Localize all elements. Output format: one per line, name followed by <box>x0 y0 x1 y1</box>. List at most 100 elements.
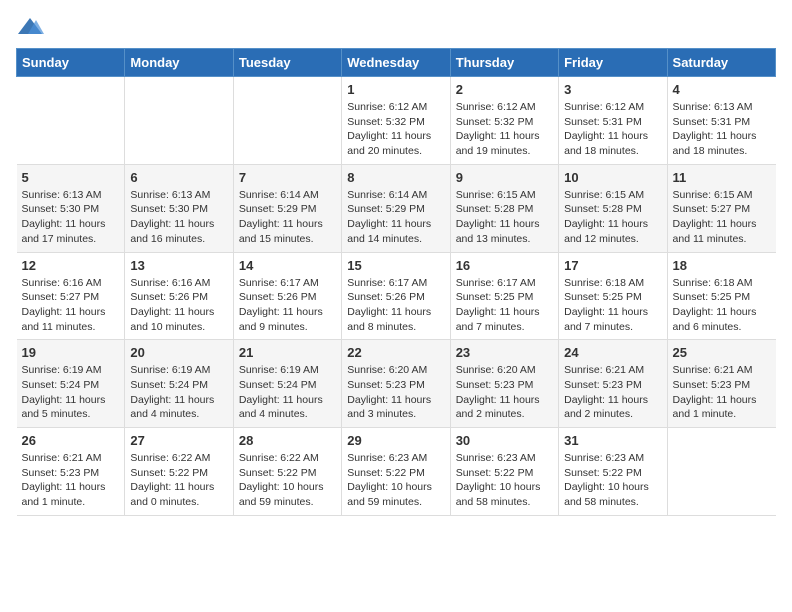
day-info: Sunrise: 6:13 AM Sunset: 5:31 PM Dayligh… <box>673 100 771 159</box>
day-cell: 11 Sunrise: 6:15 AM Sunset: 5:27 PM Dayli… <box>667 164 775 252</box>
day-info: Sunrise: 6:22 AM Sunset: 5:22 PM Dayligh… <box>130 451 227 510</box>
day-info: Sunrise: 6:15 AM Sunset: 5:28 PM Dayligh… <box>564 188 661 247</box>
day-cell: 3 Sunrise: 6:12 AM Sunset: 5:31 PM Daylig… <box>559 77 667 165</box>
day-number: 28 <box>239 433 336 448</box>
day-cell: 5Sunrise: 6:13 AM Sunset: 5:30 PM Daylig… <box>17 164 125 252</box>
day-cell: 23 Sunrise: 6:20 AM Sunset: 5:23 PM Dayli… <box>450 340 558 428</box>
day-number: 11 <box>673 170 771 185</box>
day-cell: 18 Sunrise: 6:18 AM Sunset: 5:25 PM Dayli… <box>667 252 775 340</box>
day-cell: 14 Sunrise: 6:17 AM Sunset: 5:26 PM Dayli… <box>233 252 341 340</box>
day-cell: 28 Sunrise: 6:22 AM Sunset: 5:22 PM Dayli… <box>233 428 341 516</box>
day-number: 9 <box>456 170 553 185</box>
day-cell: 17 Sunrise: 6:18 AM Sunset: 5:25 PM Dayli… <box>559 252 667 340</box>
day-number: 18 <box>673 258 771 273</box>
day-cell: 10 Sunrise: 6:15 AM Sunset: 5:28 PM Dayli… <box>559 164 667 252</box>
day-info: Sunrise: 6:15 AM Sunset: 5:28 PM Dayligh… <box>456 188 553 247</box>
day-number: 12 <box>22 258 120 273</box>
day-info: Sunrise: 6:23 AM Sunset: 5:22 PM Dayligh… <box>564 451 661 510</box>
day-number: 29 <box>347 433 444 448</box>
day-info: Sunrise: 6:13 AM Sunset: 5:30 PM Dayligh… <box>130 188 227 247</box>
day-number: 1 <box>347 82 444 97</box>
week-row-3: 12 Sunrise: 6:16 AM Sunset: 5:27 PM Dayli… <box>17 252 776 340</box>
day-number: 4 <box>673 82 771 97</box>
day-info: Sunrise: 6:19 AM Sunset: 5:24 PM Dayligh… <box>239 363 336 422</box>
day-number: 13 <box>130 258 227 273</box>
week-row-4: 19 Sunrise: 6:19 AM Sunset: 5:24 PM Dayli… <box>17 340 776 428</box>
day-number: 14 <box>239 258 336 273</box>
day-number: 15 <box>347 258 444 273</box>
day-info: Sunrise: 6:19 AM Sunset: 5:24 PM Dayligh… <box>22 363 120 422</box>
day-cell: 12 Sunrise: 6:16 AM Sunset: 5:27 PM Dayli… <box>17 252 125 340</box>
day-info: Sunrise: 6:16 AM Sunset: 5:26 PM Dayligh… <box>130 276 227 335</box>
calendar-table: SundayMondayTuesdayWednesdayThursdayFrid… <box>16 48 776 516</box>
col-header-sunday: Sunday <box>17 49 125 77</box>
day-cell: 8 Sunrise: 6:14 AM Sunset: 5:29 PM Daylig… <box>342 164 450 252</box>
day-cell: 7 Sunrise: 6:14 AM Sunset: 5:29 PM Daylig… <box>233 164 341 252</box>
day-info: Sunrise: 6:21 AM Sunset: 5:23 PM Dayligh… <box>673 363 771 422</box>
day-info: Sunrise: 6:14 AM Sunset: 5:29 PM Dayligh… <box>239 188 336 247</box>
day-number: 5 <box>22 170 120 185</box>
day-cell: 1 Sunrise: 6:12 AM Sunset: 5:32 PM Daylig… <box>342 77 450 165</box>
day-number: 25 <box>673 345 771 360</box>
day-cell: 20 Sunrise: 6:19 AM Sunset: 5:24 PM Dayli… <box>125 340 233 428</box>
day-info: Sunrise: 6:18 AM Sunset: 5:25 PM Dayligh… <box>673 276 771 335</box>
day-cell: 2 Sunrise: 6:12 AM Sunset: 5:32 PM Daylig… <box>450 77 558 165</box>
day-number: 7 <box>239 170 336 185</box>
day-number: 3 <box>564 82 661 97</box>
day-number: 2 <box>456 82 553 97</box>
day-number: 27 <box>130 433 227 448</box>
day-info: Sunrise: 6:12 AM Sunset: 5:31 PM Dayligh… <box>564 100 661 159</box>
day-cell: 22 Sunrise: 6:20 AM Sunset: 5:23 PM Dayli… <box>342 340 450 428</box>
day-number: 21 <box>239 345 336 360</box>
logo <box>16 16 48 38</box>
day-info: Sunrise: 6:12 AM Sunset: 5:32 PM Dayligh… <box>456 100 553 159</box>
day-number: 22 <box>347 345 444 360</box>
day-info: Sunrise: 6:17 AM Sunset: 5:26 PM Dayligh… <box>239 276 336 335</box>
day-info: Sunrise: 6:20 AM Sunset: 5:23 PM Dayligh… <box>456 363 553 422</box>
col-header-friday: Friday <box>559 49 667 77</box>
day-info: Sunrise: 6:19 AM Sunset: 5:24 PM Dayligh… <box>130 363 227 422</box>
day-info: Sunrise: 6:15 AM Sunset: 5:27 PM Dayligh… <box>673 188 771 247</box>
day-number: 6 <box>130 170 227 185</box>
day-cell: 16 Sunrise: 6:17 AM Sunset: 5:25 PM Dayli… <box>450 252 558 340</box>
day-cell: 30 Sunrise: 6:23 AM Sunset: 5:22 PM Dayli… <box>450 428 558 516</box>
day-cell: 4 Sunrise: 6:13 AM Sunset: 5:31 PM Daylig… <box>667 77 775 165</box>
day-number: 17 <box>564 258 661 273</box>
day-info: Sunrise: 6:21 AM Sunset: 5:23 PM Dayligh… <box>564 363 661 422</box>
day-info: Sunrise: 6:23 AM Sunset: 5:22 PM Dayligh… <box>456 451 553 510</box>
day-number: 31 <box>564 433 661 448</box>
day-number: 30 <box>456 433 553 448</box>
day-number: 20 <box>130 345 227 360</box>
day-info: Sunrise: 6:12 AM Sunset: 5:32 PM Dayligh… <box>347 100 444 159</box>
day-number: 10 <box>564 170 661 185</box>
day-info: Sunrise: 6:14 AM Sunset: 5:29 PM Dayligh… <box>347 188 444 247</box>
day-cell: 9 Sunrise: 6:15 AM Sunset: 5:28 PM Daylig… <box>450 164 558 252</box>
day-info: Sunrise: 6:17 AM Sunset: 5:25 PM Dayligh… <box>456 276 553 335</box>
day-number: 16 <box>456 258 553 273</box>
day-cell: 26 Sunrise: 6:21 AM Sunset: 5:23 PM Dayli… <box>17 428 125 516</box>
col-header-wednesday: Wednesday <box>342 49 450 77</box>
day-cell: 31 Sunrise: 6:23 AM Sunset: 5:22 PM Dayli… <box>559 428 667 516</box>
day-info: Sunrise: 6:20 AM Sunset: 5:23 PM Dayligh… <box>347 363 444 422</box>
day-info: Sunrise: 6:17 AM Sunset: 5:26 PM Dayligh… <box>347 276 444 335</box>
logo-icon <box>16 16 44 38</box>
col-header-thursday: Thursday <box>450 49 558 77</box>
day-info: Sunrise: 6:21 AM Sunset: 5:23 PM Dayligh… <box>22 451 120 510</box>
col-header-tuesday: Tuesday <box>233 49 341 77</box>
day-info: Sunrise: 6:18 AM Sunset: 5:25 PM Dayligh… <box>564 276 661 335</box>
col-header-saturday: Saturday <box>667 49 775 77</box>
day-cell: 21 Sunrise: 6:19 AM Sunset: 5:24 PM Dayli… <box>233 340 341 428</box>
day-cell: 29 Sunrise: 6:23 AM Sunset: 5:22 PM Dayli… <box>342 428 450 516</box>
day-cell: 13 Sunrise: 6:16 AM Sunset: 5:26 PM Dayli… <box>125 252 233 340</box>
day-number: 8 <box>347 170 444 185</box>
day-cell: 27 Sunrise: 6:22 AM Sunset: 5:22 PM Dayli… <box>125 428 233 516</box>
day-info: Sunrise: 6:16 AM Sunset: 5:27 PM Dayligh… <box>22 276 120 335</box>
day-info: Sunrise: 6:23 AM Sunset: 5:22 PM Dayligh… <box>347 451 444 510</box>
header <box>16 16 776 38</box>
day-number: 19 <box>22 345 120 360</box>
day-number: 23 <box>456 345 553 360</box>
day-cell <box>125 77 233 165</box>
day-number: 26 <box>22 433 120 448</box>
day-info: Sunrise: 6:22 AM Sunset: 5:22 PM Dayligh… <box>239 451 336 510</box>
week-row-2: 5 Sunrise: 6:13 AM Sunset: 5:30 PM Daylig… <box>17 164 776 252</box>
